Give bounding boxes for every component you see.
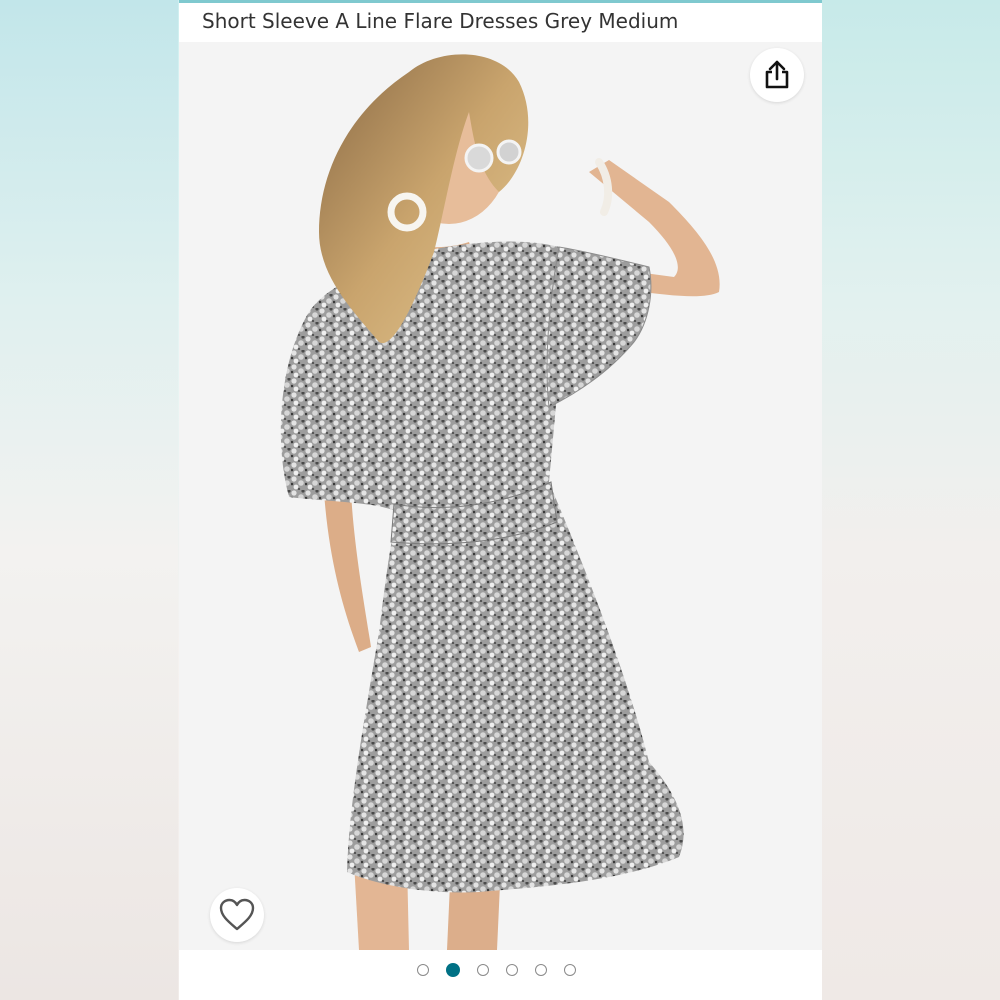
pagination-dot-1[interactable]: [417, 964, 429, 976]
pagination-dot-3[interactable]: [477, 964, 489, 976]
pagination-dot-4[interactable]: [506, 964, 518, 976]
product-image-card: Short Sleeve A Line Flare Dresses Grey M…: [179, 0, 822, 1000]
title-bar: Short Sleeve A Line Flare Dresses Grey M…: [179, 0, 822, 42]
image-pagination: [179, 950, 822, 1000]
pagination-dot-5[interactable]: [535, 964, 547, 976]
pagination-dot-6[interactable]: [564, 964, 576, 976]
product-title: Short Sleeve A Line Flare Dresses Grey M…: [202, 9, 679, 33]
share-icon: [765, 60, 789, 89]
share-button[interactable]: [750, 48, 804, 102]
arm-left: [324, 492, 371, 652]
background-blur-left: [0, 0, 178, 1000]
dress-photo: [280, 54, 720, 950]
pagination-dot-2[interactable]: [446, 963, 460, 977]
bracelet: [595, 158, 613, 216]
sleeve: [546, 246, 652, 408]
wishlist-button[interactable]: [210, 888, 264, 942]
product-image[interactable]: [179, 42, 822, 950]
heart-icon: [219, 898, 255, 931]
background-blur-right: [822, 0, 1000, 1000]
